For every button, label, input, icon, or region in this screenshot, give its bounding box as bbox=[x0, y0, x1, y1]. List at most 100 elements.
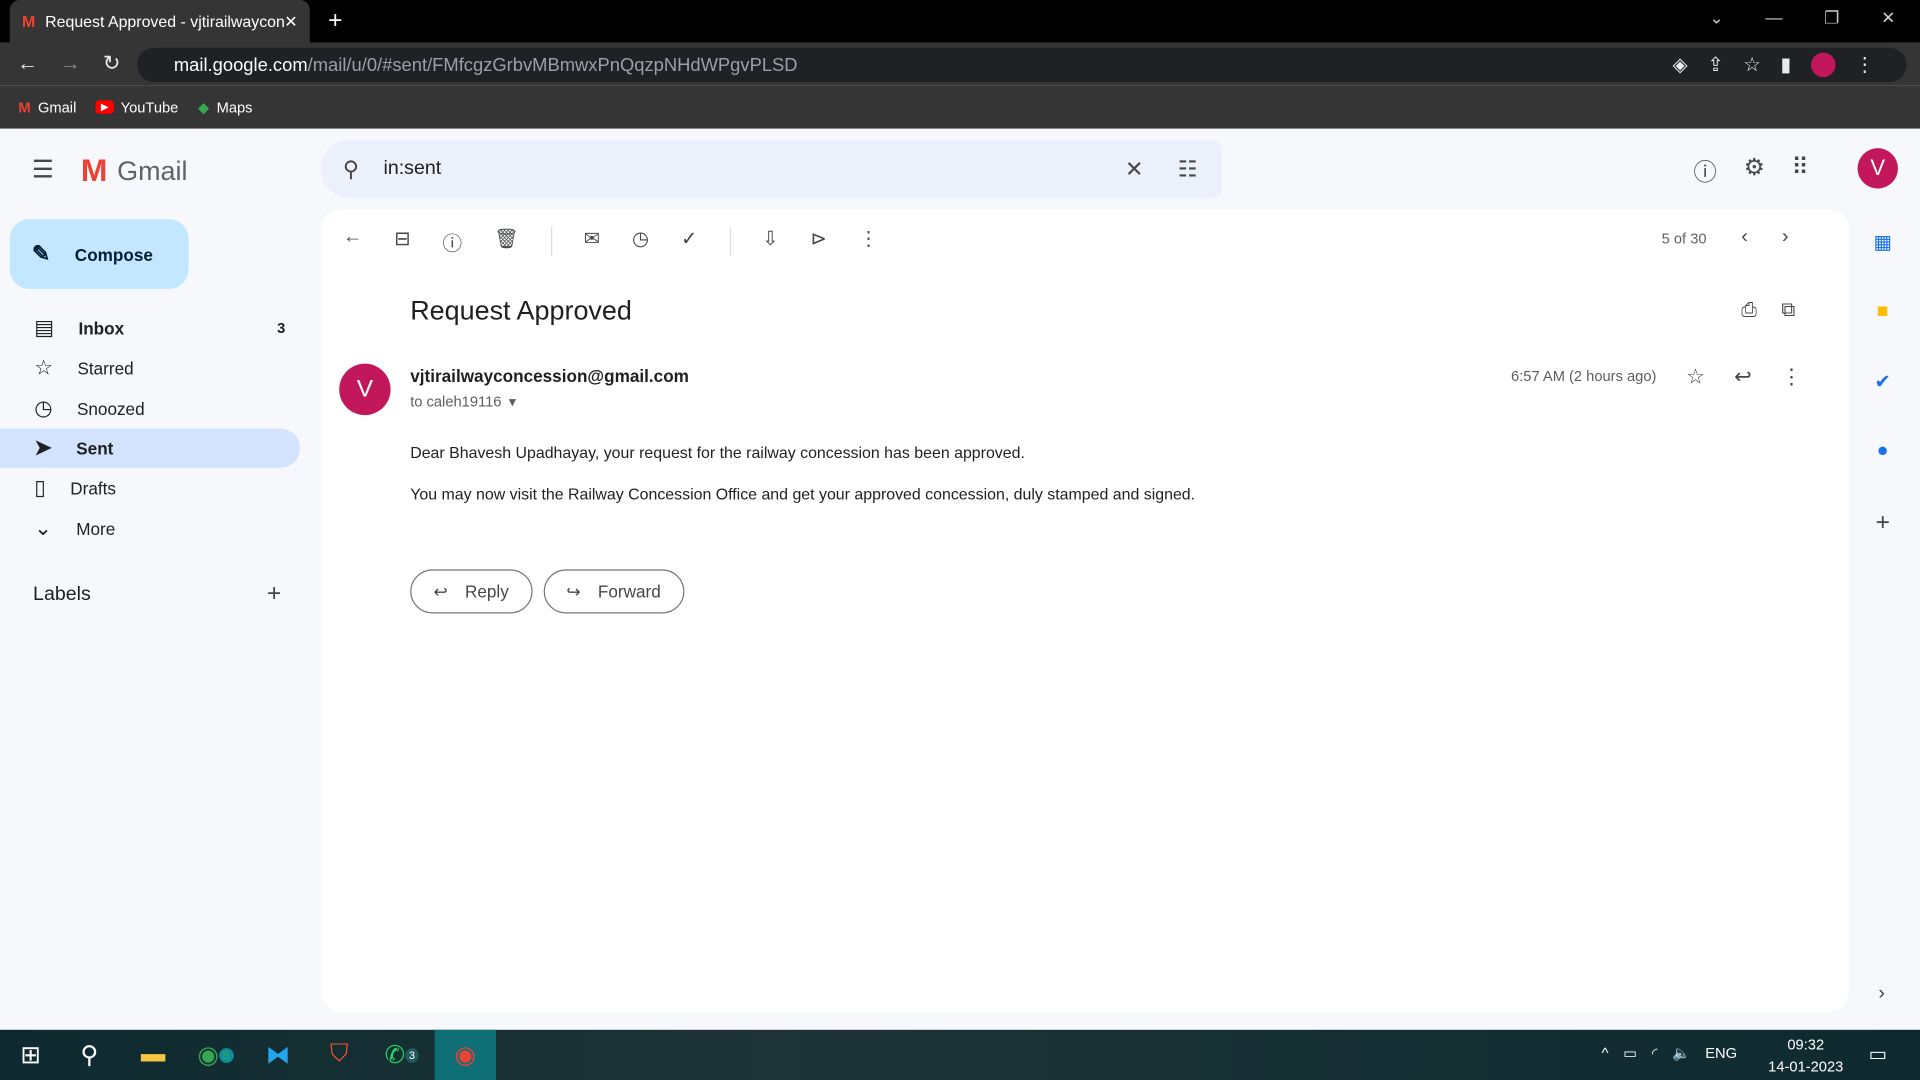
sender-email: vjtirailwayconcession@gmail.com bbox=[410, 366, 689, 386]
reply-icon[interactable]: ↩ bbox=[1734, 365, 1751, 389]
bookmark-maps[interactable]: ◆ Maps bbox=[198, 99, 253, 116]
main-menu-icon[interactable]: ☰ bbox=[32, 154, 54, 185]
taskbar-search-icon[interactable]: ⚲ bbox=[59, 1030, 120, 1080]
email-subject: Request Approved bbox=[410, 295, 632, 326]
battery-icon[interactable]: ▭ bbox=[1623, 1044, 1637, 1061]
move-to-icon[interactable]: ⇩ bbox=[762, 227, 778, 256]
reply-button[interactable]: ↩ Reply bbox=[410, 569, 533, 614]
keep-icon[interactable]: ■ bbox=[1877, 301, 1889, 323]
newer-icon[interactable]: ‹ bbox=[1741, 227, 1748, 249]
sidebar-item-inbox[interactable]: ▤ Inbox 3 bbox=[0, 309, 300, 348]
archive-icon[interactable]: ⊟ bbox=[394, 227, 410, 256]
sidebar-item-drafts[interactable]: ▯ Drafts bbox=[0, 469, 300, 508]
pagination-text: 5 of 30 bbox=[1661, 230, 1707, 248]
notifications-icon[interactable]: ▭ bbox=[1869, 1042, 1888, 1066]
minimize-button[interactable]: — bbox=[1765, 7, 1782, 28]
brave-icon[interactable]: ⛉ bbox=[309, 1030, 370, 1080]
older-icon[interactable]: › bbox=[1782, 227, 1789, 249]
close-tab-icon[interactable]: ✕ bbox=[284, 12, 297, 32]
contacts-icon[interactable]: ● bbox=[1877, 441, 1889, 463]
apps-grid-icon[interactable]: ⠿ bbox=[1792, 154, 1809, 187]
search-options-icon[interactable]: ☷ bbox=[1178, 156, 1198, 182]
url-host: mail.google.com bbox=[173, 54, 308, 76]
show-hidden-icons[interactable]: ^ bbox=[1602, 1044, 1609, 1061]
new-tab-button[interactable]: + bbox=[328, 7, 342, 35]
profile-avatar[interactable] bbox=[1810, 52, 1836, 78]
file-explorer-icon[interactable]: ▬ bbox=[122, 1030, 183, 1080]
tab-search-icon[interactable]: ⌄ bbox=[1709, 7, 1723, 28]
forward-arrow-icon: ↪ bbox=[566, 581, 581, 601]
compose-button[interactable]: ✎ Compose bbox=[9, 219, 189, 289]
print-icon[interactable]: ⎙ bbox=[1741, 300, 1757, 322]
url-path: /mail/u/0/#sent/FMfcgzGrbvMBmwxPnQqzpNHd… bbox=[307, 54, 798, 76]
account-avatar[interactable]: V bbox=[1857, 148, 1898, 189]
chrome-menu-icon[interactable]: ⋮ bbox=[1855, 53, 1875, 77]
bookmarks-bar: M Gmail ▶ YouTube ◆ Maps bbox=[0, 85, 1920, 129]
email-time: 6:57 AM (2 hours ago) bbox=[1511, 367, 1657, 385]
draft-icon: ▯ bbox=[34, 476, 46, 500]
search-bar[interactable]: ⚲ in:sent ✕ ☷ bbox=[320, 139, 1223, 199]
inbox-count: 3 bbox=[277, 319, 286, 337]
send-icon: ➤ bbox=[34, 435, 52, 460]
url-field[interactable]: mail.google.com/mail/u/0/#sent/FMfcgzGrb… bbox=[137, 47, 1907, 83]
mark-unread-icon[interactable]: ✉ bbox=[584, 227, 600, 256]
pencil-icon: ✎ bbox=[31, 241, 51, 266]
bookmark-gmail[interactable]: M Gmail bbox=[18, 99, 76, 116]
start-button[interactable]: ⊞ bbox=[0, 1030, 61, 1080]
email-body-line-1: Dear Bhavesh Upadhayay, your request for… bbox=[410, 443, 1025, 462]
report-spam-icon[interactable]: ⓘ bbox=[443, 227, 463, 256]
star-email-icon[interactable]: ☆ bbox=[1686, 365, 1705, 389]
bookmark-star-icon[interactable]: ☆ bbox=[1743, 53, 1761, 77]
snooze-icon[interactable]: ◷ bbox=[632, 227, 649, 256]
whatsapp-icon[interactable]: ✆ 3 bbox=[371, 1030, 432, 1080]
search-input[interactable]: in:sent bbox=[383, 158, 1125, 180]
restore-button[interactable]: ❐ bbox=[1824, 7, 1839, 28]
get-addons-icon[interactable]: + bbox=[1876, 509, 1890, 537]
more-actions-icon[interactable]: ⋮ bbox=[859, 227, 879, 256]
sidebar-item-more[interactable]: ⌄ More bbox=[0, 509, 300, 548]
tab-title: Request Approved - vjtirailwayconcession bbox=[45, 12, 285, 31]
side-panel-icon[interactable]: ▮ bbox=[1780, 53, 1791, 77]
more-options-icon[interactable]: ⋮ bbox=[1781, 365, 1802, 389]
chrome-profile-b-icon[interactable]: ◉ B bbox=[185, 1030, 246, 1080]
back-to-list-icon[interactable]: ← bbox=[343, 227, 363, 256]
share-icon[interactable]: ⇪ bbox=[1707, 53, 1723, 77]
language-indicator[interactable]: ENG bbox=[1705, 1044, 1737, 1061]
sidebar-item-sent[interactable]: ➤ Sent bbox=[0, 428, 301, 468]
reload-icon[interactable]: ↻ bbox=[103, 51, 120, 75]
bookmark-youtube[interactable]: ▶ YouTube bbox=[95, 99, 178, 116]
gmail-favicon-icon: M bbox=[22, 12, 36, 31]
forward-button[interactable]: ↪ Forward bbox=[543, 569, 685, 614]
labels-heading: Labels bbox=[33, 584, 91, 605]
chrome-active-icon[interactable]: ◉ bbox=[434, 1029, 496, 1080]
back-icon[interactable]: ← bbox=[17, 51, 38, 75]
settings-gear-icon[interactable]: ⚙ bbox=[1744, 154, 1765, 187]
reply-arrow-icon: ↩ bbox=[433, 581, 448, 601]
open-new-window-icon[interactable]: ⧉ bbox=[1781, 300, 1795, 322]
browser-tab[interactable]: M Request Approved - vjtirailwayconcessi… bbox=[9, 0, 310, 43]
star-icon: ☆ bbox=[34, 356, 53, 380]
forward-icon[interactable]: → bbox=[60, 51, 81, 75]
add-label-icon[interactable]: + bbox=[267, 580, 281, 608]
clock[interactable]: 09:32 14-01-2023 bbox=[1768, 1033, 1843, 1077]
help-icon[interactable]: ⓘ bbox=[1693, 154, 1716, 187]
delete-icon[interactable]: 🗑 bbox=[494, 227, 519, 256]
gmail-logo[interactable]: M Gmail bbox=[81, 152, 188, 190]
search-icon[interactable]: ⚲ bbox=[343, 156, 359, 182]
label-icon[interactable]: ⊳ bbox=[811, 227, 827, 256]
clear-search-icon[interactable]: ✕ bbox=[1125, 156, 1143, 182]
tasks-icon[interactable]: ✔ bbox=[1875, 370, 1891, 394]
extension-icon[interactable]: ◈ bbox=[1673, 53, 1688, 77]
add-task-icon[interactable]: ✓ bbox=[681, 227, 697, 256]
volume-icon[interactable]: 🔈 bbox=[1672, 1044, 1690, 1061]
sidebar-item-starred[interactable]: ☆ Starred bbox=[0, 349, 300, 388]
show-side-panel-icon[interactable]: › bbox=[1878, 983, 1885, 1005]
show-details-icon[interactable]: ▾ bbox=[509, 393, 516, 410]
close-window-button[interactable]: ✕ bbox=[1881, 7, 1895, 28]
vscode-icon[interactable]: ⧓ bbox=[247, 1030, 308, 1080]
calendar-icon[interactable]: ▦ bbox=[1873, 230, 1892, 254]
wifi-icon[interactable]: ◜ bbox=[1652, 1044, 1658, 1061]
email-body-line-2: You may now visit the Railway Concession… bbox=[410, 484, 1196, 504]
clock-icon: ◷ bbox=[34, 396, 53, 421]
sidebar-item-snoozed[interactable]: ◷ Snoozed bbox=[0, 389, 300, 428]
